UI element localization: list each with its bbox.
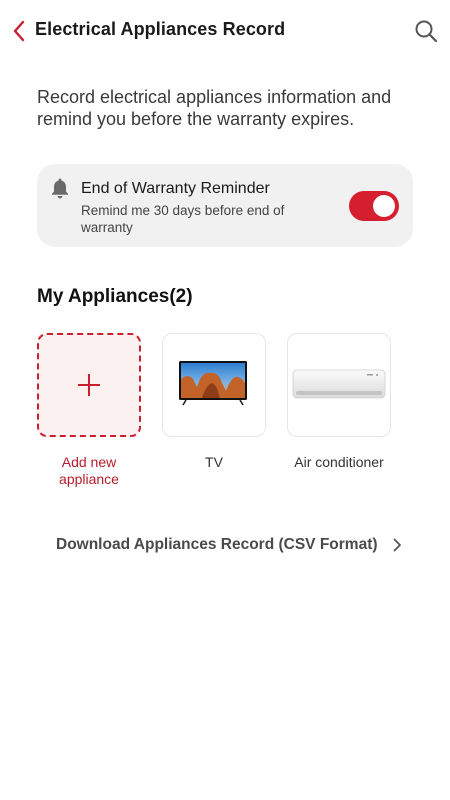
download-csv-label: Download Appliances Record (CSV Format)	[56, 536, 378, 553]
tv-image	[178, 360, 247, 405]
chevron-right-icon	[393, 538, 401, 552]
toggle-knob	[373, 195, 395, 217]
page-description: Record electrical appliances information…	[37, 87, 392, 129]
appliance-tile-tv[interactable]	[162, 333, 266, 437]
app-header: Electrical Appliances Record	[0, 0, 450, 62]
bell-icon	[52, 178, 68, 199]
search-icon	[415, 20, 438, 43]
add-appliance-tile[interactable]	[37, 333, 141, 437]
appliance-label-tv[interactable]: TV	[162, 454, 266, 471]
chevron-left-icon	[13, 20, 25, 42]
reminder-subtitle: Remind me 30 days before end of warranty	[81, 203, 285, 235]
appliance-tile-air-conditioner[interactable]	[287, 333, 391, 437]
reminder-toggle[interactable]	[349, 191, 399, 221]
air-conditioner-image	[292, 369, 385, 398]
search-button[interactable]	[412, 17, 440, 45]
my-appliances-heading: My Appliances(2)	[37, 286, 193, 307]
plus-icon	[78, 374, 100, 396]
screen: Electrical Appliances Record Record elec…	[0, 0, 450, 800]
download-csv-link[interactable]: Download Appliances Record (CSV Format)	[56, 534, 402, 556]
appliance-label-air-conditioner[interactable]: Air conditioner	[287, 454, 391, 471]
add-appliance-label[interactable]: Add new appliance	[37, 454, 141, 488]
warranty-reminder-card: End of Warranty Reminder Remind me 30 da…	[37, 164, 413, 247]
page-title: Electrical Appliances Record	[35, 19, 286, 39]
back-button[interactable]	[6, 16, 32, 46]
reminder-title: End of Warranty Reminder	[81, 180, 270, 197]
